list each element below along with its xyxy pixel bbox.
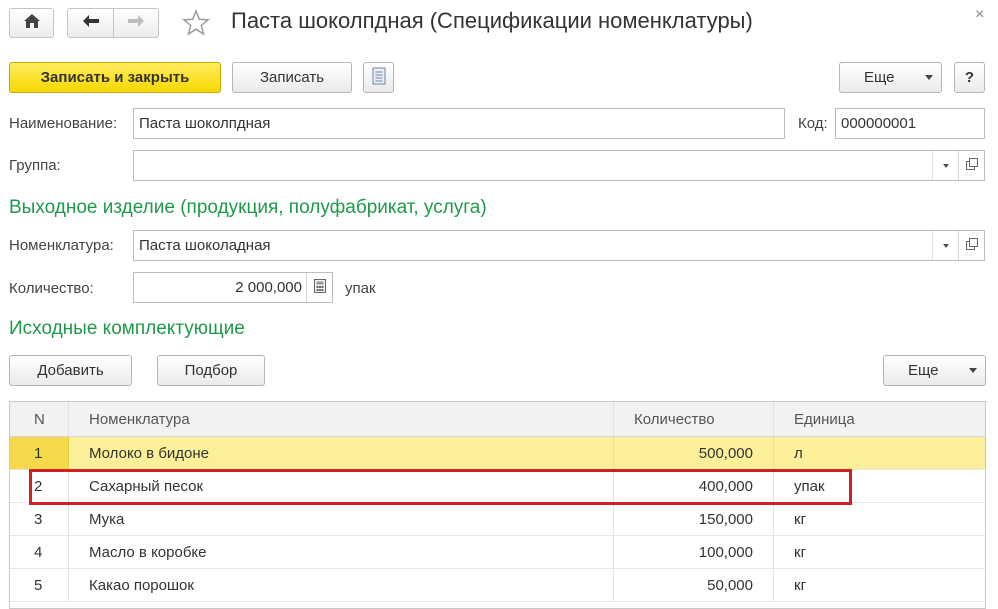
table-more-button[interactable]: Еще	[883, 355, 986, 386]
table-row[interactable]: 1 Молоко в бидоне 500,000 л	[10, 437, 985, 470]
table-header: N Номенклатура Количество Единица	[10, 402, 985, 437]
row-quantity: 150,000	[614, 503, 774, 535]
code-label: Код:	[798, 115, 828, 132]
nomenclature-open-button[interactable]	[958, 231, 984, 260]
code-value: 000000001	[841, 115, 917, 132]
table-row[interactable]: 3 Мука 150,000 кг	[10, 503, 985, 536]
home-icon	[23, 13, 41, 33]
name-value: Паста шоколпдная	[139, 115, 271, 132]
name-label: Наименование:	[9, 115, 118, 132]
window-title: Паста шоколпдная (Спецификации номенклат…	[231, 8, 753, 33]
output-section-title: Выходное изделие (продукция, полуфабрика…	[9, 197, 487, 218]
row-nomenclature: Мука	[69, 503, 614, 535]
group-dropdown-button[interactable]	[932, 151, 958, 180]
group-label: Группа:	[9, 157, 61, 174]
row-quantity: 100,000	[614, 536, 774, 568]
name-field[interactable]: Паста шоколпдная	[133, 108, 785, 139]
quantity-value: 2 000,000	[235, 279, 302, 296]
more-button[interactable]: Еще	[839, 62, 942, 93]
column-header-unit[interactable]: Единица	[774, 402, 985, 436]
chevron-down-icon	[942, 163, 949, 168]
document-icon	[372, 67, 386, 89]
open-window-icon	[965, 157, 978, 174]
chevron-down-icon	[969, 368, 977, 373]
components-section-title: Исходные комплектующие	[9, 318, 245, 339]
calculator-icon	[313, 278, 326, 297]
back-button[interactable]	[68, 9, 113, 37]
row-number: 4	[10, 536, 69, 568]
nomenclature-dropdown-button[interactable]	[932, 231, 958, 260]
more-label: Еще	[908, 362, 939, 379]
row-nomenclature: Масло в коробке	[69, 536, 614, 568]
row-quantity: 500,000	[614, 437, 774, 469]
row-unit: кг	[794, 543, 807, 561]
quantity-label: Количество:	[9, 280, 94, 297]
chevron-down-icon	[925, 75, 933, 80]
row-highlight-frame	[29, 469, 852, 505]
group-field[interactable]	[133, 150, 985, 181]
star-icon[interactable]	[182, 8, 210, 37]
save-button[interactable]: Записать	[232, 62, 352, 93]
row-number: 5	[10, 569, 69, 601]
column-header-n[interactable]: N	[10, 402, 69, 436]
quantity-unit: упак	[345, 280, 376, 297]
code-field[interactable]: 000000001	[835, 108, 985, 139]
row-number: 3	[10, 503, 69, 535]
row-nomenclature: Какао порошок	[69, 569, 614, 601]
help-button[interactable]: ?	[954, 62, 985, 93]
add-button[interactable]: Добавить	[9, 355, 132, 386]
row-unit: кг	[794, 576, 807, 594]
quantity-field[interactable]: 2 000,000	[133, 272, 333, 303]
nomenclature-field[interactable]: Паста шоколадная	[133, 230, 985, 261]
open-window-icon	[965, 237, 978, 254]
column-header-quantity[interactable]: Количество	[614, 402, 774, 436]
table-row[interactable]: 5 Какао порошок 50,000 кг	[10, 569, 985, 602]
save-and-close-button[interactable]: Записать и закрыть	[9, 62, 221, 93]
home-button[interactable]	[9, 8, 54, 38]
history-nav	[67, 8, 159, 38]
row-number: 1	[10, 437, 69, 469]
calculator-button[interactable]	[306, 273, 332, 302]
arrow-right-icon	[127, 14, 145, 32]
chevron-down-icon	[942, 243, 949, 248]
arrow-left-icon	[82, 14, 100, 32]
row-unit: л	[794, 444, 803, 462]
row-unit: кг	[794, 510, 807, 528]
close-icon[interactable]: ×	[975, 6, 984, 24]
nomenclature-label: Номенклатура:	[9, 237, 114, 254]
table-row[interactable]: 4 Масло в коробке 100,000 кг	[10, 536, 985, 569]
forward-button[interactable]	[113, 9, 158, 37]
more-label: Еще	[864, 69, 895, 86]
row-nomenclature: Молоко в бидоне	[69, 437, 614, 469]
column-header-nomenclature[interactable]: Номенклатура	[69, 402, 614, 436]
row-quantity: 50,000	[614, 569, 774, 601]
report-button[interactable]	[363, 62, 394, 93]
components-table: N Номенклатура Количество Единица 1 Моло…	[9, 401, 986, 609]
nomenclature-value: Паста шоколадная	[139, 237, 271, 254]
group-open-button[interactable]	[958, 151, 984, 180]
pick-button[interactable]: Подбор	[157, 355, 265, 386]
